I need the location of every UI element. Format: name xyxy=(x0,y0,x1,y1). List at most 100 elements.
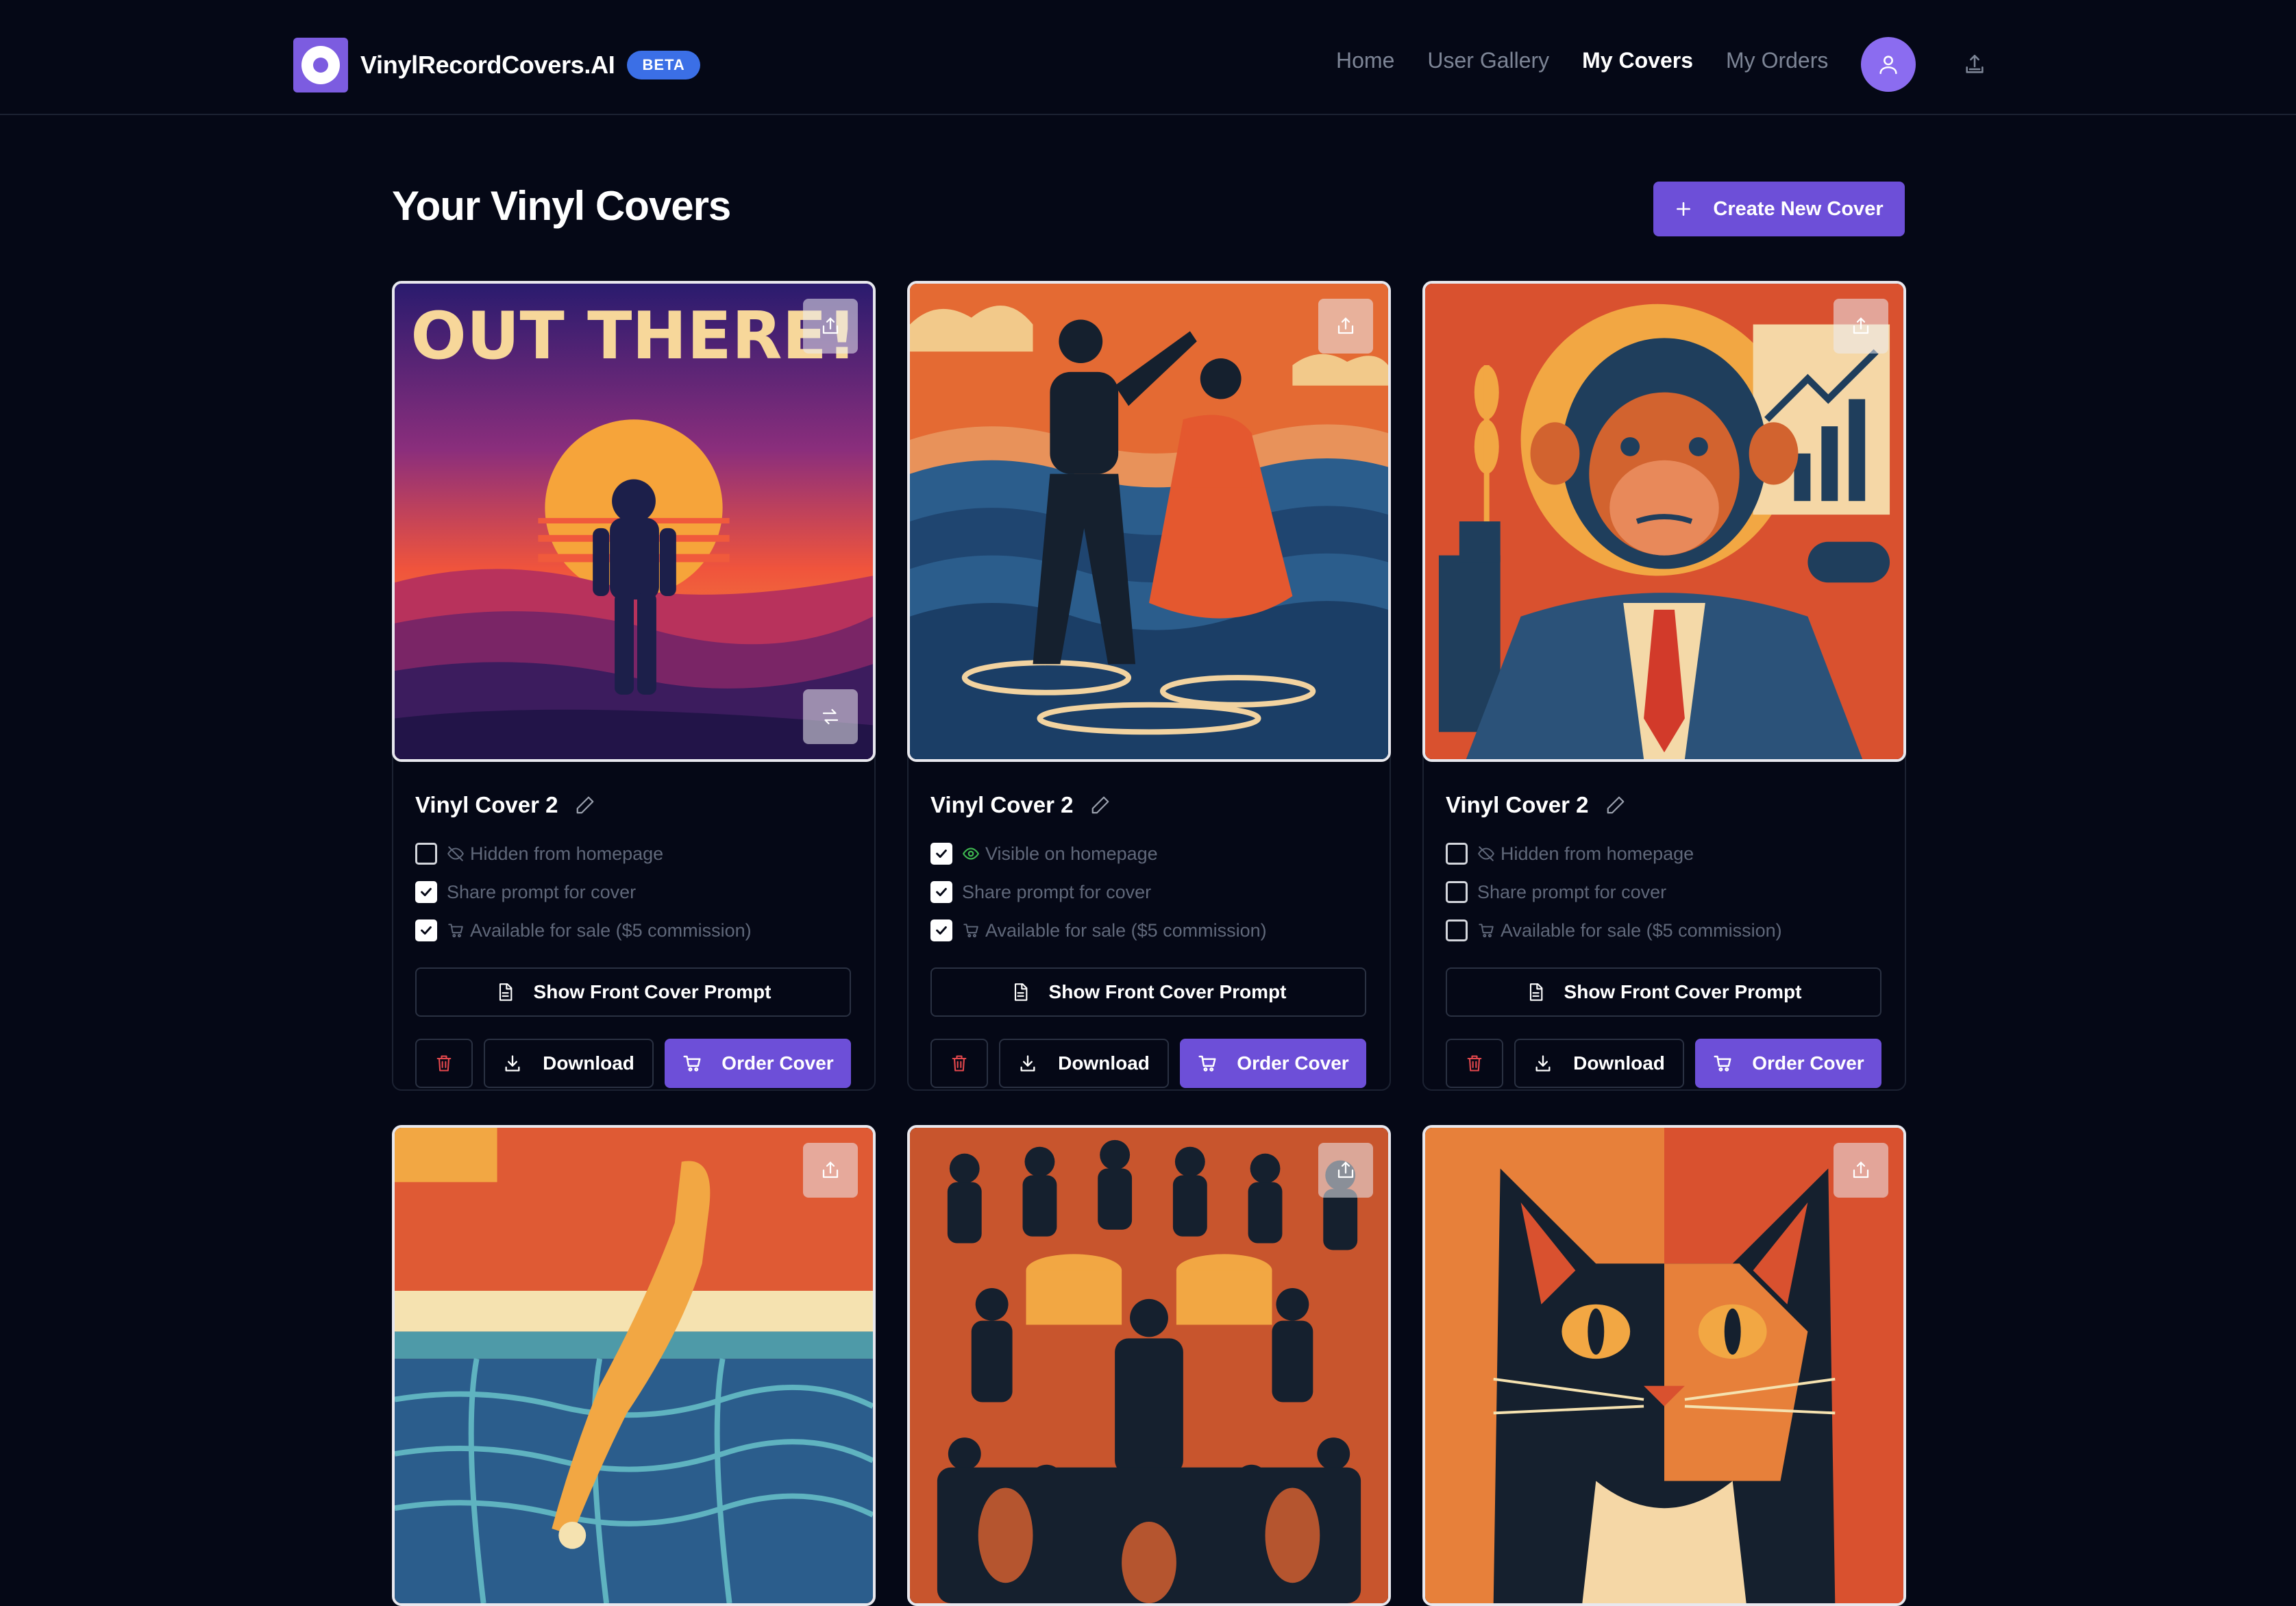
order-cover-label: Order Cover xyxy=(1752,1052,1864,1074)
for-sale-checkbox[interactable] xyxy=(1446,919,1468,941)
eye-icon xyxy=(962,848,980,860)
main-nav: Home User Gallery My Covers My Orders xyxy=(1336,48,1861,73)
share-cover-button[interactable] xyxy=(1834,1143,1888,1198)
share-cover-button[interactable] xyxy=(1834,299,1888,354)
user-icon xyxy=(1879,55,1897,75)
edit-pencil-icon[interactable] xyxy=(1605,795,1626,815)
for-sale-label: Available for sale ($5 commission) xyxy=(470,919,752,941)
nav-user-gallery[interactable]: User Gallery xyxy=(1427,48,1549,73)
share-prompt-checkbox[interactable] xyxy=(1446,881,1468,903)
top-navigation-bar: VinylRecordCovers.AI BETA Home User Gall… xyxy=(0,0,2296,115)
cover-title: Vinyl Cover 2 xyxy=(1446,792,1589,817)
eye-off-icon xyxy=(447,846,464,861)
share-icon xyxy=(822,317,839,334)
share-prompt-checkbox[interactable] xyxy=(415,881,437,903)
order-cover-label: Order Cover xyxy=(721,1052,834,1074)
cover-image-cat-portrait[interactable] xyxy=(1422,1125,1906,1606)
trash-icon xyxy=(436,1055,452,1072)
nav-my-orders[interactable]: My Orders xyxy=(1726,48,1828,73)
share-cover-button[interactable] xyxy=(1318,299,1373,354)
page-title: Your Vinyl Covers xyxy=(392,183,731,229)
show-prompt-label: Show Front Cover Prompt xyxy=(1048,981,1287,1002)
homepage-visibility-checkbox[interactable] xyxy=(415,843,437,865)
cover-image-cat-diving-pool[interactable] xyxy=(392,1125,876,1606)
order-cover-button[interactable]: Order Cover xyxy=(1695,1039,1881,1088)
cover-title: Vinyl Cover 2 xyxy=(415,792,558,817)
share-cover-button[interactable] xyxy=(803,1143,858,1198)
share-cover-button[interactable] xyxy=(1318,1143,1373,1198)
edit-pencil-icon[interactable] xyxy=(575,795,595,815)
swap-arrows-icon xyxy=(822,708,839,725)
for-sale-checkbox[interactable] xyxy=(930,919,952,941)
delete-cover-button[interactable] xyxy=(415,1039,473,1088)
user-avatar-button[interactable] xyxy=(1861,37,1916,92)
share-icon xyxy=(1853,317,1869,334)
share-icon xyxy=(1337,1161,1354,1178)
document-icon xyxy=(499,983,512,1001)
sign-out-button[interactable] xyxy=(1961,51,1988,78)
homepage-visibility-option[interactable]: Hidden from homepage xyxy=(415,843,663,865)
share-prompt-label: Share prompt for cover xyxy=(1477,881,1667,902)
download-icon xyxy=(505,1055,520,1072)
nav-home[interactable]: Home xyxy=(1336,48,1394,73)
show-front-cover-prompt-button[interactable]: Show Front Cover Prompt xyxy=(930,967,1366,1017)
checkmark-icon xyxy=(936,926,947,935)
checkmark-icon xyxy=(936,849,947,858)
homepage-visibility-checkbox[interactable] xyxy=(1446,843,1468,865)
edit-pencil-icon[interactable] xyxy=(1090,795,1111,815)
document-icon xyxy=(1014,983,1027,1001)
download-button[interactable]: Download xyxy=(484,1039,654,1088)
homepage-visibility-label: Hidden from homepage xyxy=(470,843,664,864)
show-prompt-label: Show Front Cover Prompt xyxy=(533,981,771,1002)
sign-out-icon xyxy=(1966,54,1984,73)
trash-icon xyxy=(952,1055,967,1072)
download-icon xyxy=(1535,1055,1551,1072)
document-icon xyxy=(1529,983,1542,1001)
flip-cover-button[interactable] xyxy=(803,689,858,744)
order-cover-button[interactable]: Order Cover xyxy=(665,1039,851,1088)
cover-title: Vinyl Cover 2 xyxy=(930,792,1074,817)
for-sale-option[interactable]: Available for sale ($5 commission) xyxy=(930,919,1267,941)
download-label: Download xyxy=(1573,1052,1665,1074)
download-icon xyxy=(1020,1055,1035,1072)
homepage-visibility-option[interactable]: Visible on homepage xyxy=(930,843,1158,865)
order-cover-button[interactable]: Order Cover xyxy=(1180,1039,1366,1088)
cover-card xyxy=(392,1125,876,1606)
show-front-cover-prompt-button[interactable]: Show Front Cover Prompt xyxy=(415,967,851,1017)
download-button[interactable]: Download xyxy=(1514,1039,1684,1088)
show-prompt-label: Show Front Cover Prompt xyxy=(1564,981,1802,1002)
delete-cover-button[interactable] xyxy=(930,1039,988,1088)
cover-image-orchestra[interactable] xyxy=(907,1125,1391,1606)
delete-cover-button[interactable] xyxy=(1446,1039,1503,1088)
nav-my-covers[interactable]: My Covers xyxy=(1582,48,1693,73)
order-cover-label: Order Cover xyxy=(1237,1052,1349,1074)
share-prompt-label: Share prompt for cover xyxy=(447,881,637,902)
homepage-visibility-label: Hidden from homepage xyxy=(1501,843,1694,864)
share-icon xyxy=(822,1161,839,1178)
homepage-visibility-checkbox[interactable] xyxy=(930,843,952,865)
download-button[interactable]: Download xyxy=(999,1039,1169,1088)
cover-image-chimp-in-suit[interactable] xyxy=(1422,281,1906,762)
show-front-cover-prompt-button[interactable]: Show Front Cover Prompt xyxy=(1446,967,1881,1017)
cover-card: Vinyl Cover 2 Visible on homepage Share … xyxy=(907,281,1391,1091)
cover-image-couple-dancing-waves[interactable] xyxy=(907,281,1391,762)
cover-card: OUT THERE! Vinyl Cover 2 Hidden from hom… xyxy=(392,281,876,1091)
brand-name: VinylRecordCovers.AI xyxy=(360,51,615,79)
cover-image-astronaut-sunset[interactable]: OUT THERE! xyxy=(392,281,876,762)
homepage-visibility-option[interactable]: Hidden from homepage xyxy=(1446,843,1694,865)
create-new-cover-button[interactable]: Create New Cover xyxy=(1653,182,1905,236)
download-label: Download xyxy=(543,1052,634,1074)
brand[interactable]: VinylRecordCovers.AI BETA xyxy=(293,38,700,92)
trash-icon xyxy=(1467,1055,1482,1072)
for-sale-checkbox[interactable] xyxy=(415,919,437,941)
checkmark-icon xyxy=(421,887,432,897)
for-sale-option[interactable]: Available for sale ($5 commission) xyxy=(1446,919,1782,941)
for-sale-option[interactable]: Available for sale ($5 commission) xyxy=(415,919,752,941)
eye-off-icon xyxy=(1478,846,1494,861)
share-icon xyxy=(1337,317,1354,334)
share-prompt-option[interactable]: Share prompt for cover xyxy=(930,881,1151,903)
share-prompt-checkbox[interactable] xyxy=(930,881,952,903)
share-prompt-option[interactable]: Share prompt for cover xyxy=(1446,881,1666,903)
share-cover-button[interactable] xyxy=(803,299,858,354)
share-prompt-option[interactable]: Share prompt for cover xyxy=(415,881,636,903)
